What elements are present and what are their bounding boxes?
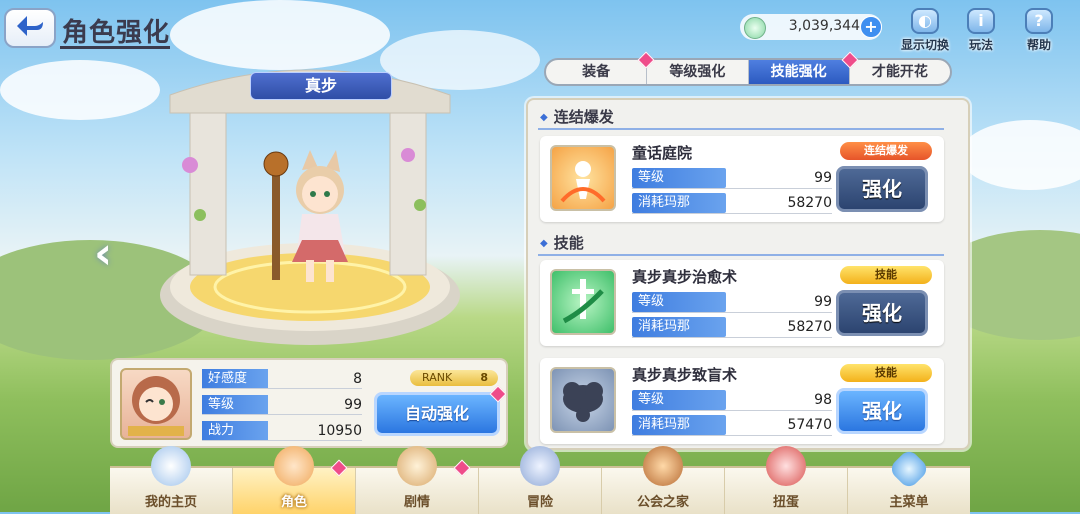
page-title: 角色强化 (62, 18, 171, 48)
skill-cost-row: 消耗玛那 57470 (632, 415, 832, 437)
skill-level-row: 等级 99 (632, 168, 832, 190)
character-info-panel: 好感度 8 等级 99 战力 10950 RANK 8 自动强化 (110, 358, 508, 448)
enhance-button[interactable]: 强化 (836, 166, 928, 212)
skill-type-badge: 连结爆发 (840, 142, 932, 160)
skill-name: 真步真步致盲术 (632, 366, 738, 384)
skill-card: 童话庭院 连结爆发 等级 99 消耗玛那 58270 强化 (540, 136, 944, 222)
skill-type-badge: 技能 (840, 364, 932, 382)
sword-shield-icon (520, 446, 560, 486)
skill-cost-value: 58270 (787, 319, 832, 335)
skill-cost-value: 58270 (787, 195, 832, 211)
skill-cost-label: 消耗玛那 (632, 317, 726, 337)
blind-skill-icon[interactable] (550, 367, 616, 433)
skill-name: 真步真步治愈术 (632, 268, 738, 286)
skill-level-row: 等级 99 (632, 292, 832, 314)
skill-panel: 连结爆发 童话庭院 连结爆发 等级 99 消耗玛那 58270 强化 技能 真步… (526, 98, 970, 450)
tab-equipment[interactable]: 装备 (546, 51, 655, 84)
skill-name: 童话庭院 (632, 144, 693, 162)
skill-type-badge: 技能 (840, 266, 932, 284)
enhance-button[interactable]: 强化 (836, 388, 928, 434)
story-scroll-icon (397, 446, 437, 486)
title-underline (60, 46, 170, 49)
section-divider (538, 254, 944, 256)
character-icon (274, 446, 314, 486)
skill-card: 真步真步治愈术 技能 等级 99 消耗玛那 58270 强化 (540, 260, 944, 346)
enhance-tabs: 装备 等级强化 技能强化 才能开花 (544, 51, 952, 86)
power-value: 10950 (317, 423, 362, 439)
bottom-nav: 我的主页 角色 剧情 冒险 公会之家 扭蛋 主菜单 (110, 446, 970, 514)
power-row: 战力 10950 (202, 421, 362, 441)
home-icon (151, 446, 191, 486)
section-divider (538, 128, 944, 130)
gacha-icon (766, 446, 806, 486)
display-switch-label: 显示切换 (900, 38, 949, 52)
power-label: 战力 (202, 421, 268, 441)
level-value: 99 (344, 397, 362, 413)
skill-cost-row: 消耗玛那 58270 (632, 317, 832, 339)
skill-level-value: 99 (814, 170, 832, 186)
auto-enhance-button[interactable]: 自动强化 (374, 392, 500, 436)
tab-skill-enhance[interactable]: 技能强化 (748, 60, 850, 84)
skill-cost-row: 消耗玛那 58270 (632, 193, 832, 215)
skill-level-value: 98 (814, 392, 832, 408)
nav-adventure[interactable]: 冒险 (479, 446, 602, 514)
gameplay-label: 玩法 (968, 38, 993, 52)
rank-value: 8 (480, 371, 488, 384)
skill-level-row: 等级 98 (632, 390, 832, 412)
display-switch-icon: ◐ (911, 8, 939, 34)
skill-card: 真步真步致盲术 技能 等级 98 消耗玛那 57470 强化 (540, 358, 944, 444)
add-mana-button[interactable]: + (860, 16, 882, 38)
skill-cost-label: 消耗玛那 (632, 415, 726, 435)
info-icon: i (967, 8, 995, 34)
crystal-icon (887, 447, 931, 491)
affection-value: 8 (353, 371, 362, 387)
level-label: 等级 (202, 395, 268, 415)
union-burst-skill-icon[interactable] (550, 145, 616, 211)
guild-house-icon (643, 446, 683, 486)
help-icon: ? (1025, 8, 1053, 34)
rank-label: RANK (422, 371, 453, 384)
nav-gacha[interactable]: 扭蛋 (725, 446, 848, 514)
nav-main-menu[interactable]: 主菜单 (848, 447, 970, 514)
nav-story[interactable]: 剧情 (356, 446, 479, 514)
skill-level-label: 等级 (632, 390, 726, 410)
enhance-button[interactable]: 强化 (836, 290, 928, 336)
union-burst-heading: 连结爆发 (540, 106, 614, 127)
character-sprite[interactable] (262, 150, 362, 290)
rank-badge: RANK 8 (410, 370, 498, 386)
mana-counter: 3,039,344 + (740, 14, 882, 40)
gameplay-button[interactable]: i 玩法 (952, 8, 1010, 53)
mana-value: 3,039,344 (788, 18, 860, 34)
heal-skill-icon[interactable] (550, 269, 616, 335)
affection-label: 好感度 (202, 369, 268, 389)
tab-level-enhance[interactable]: 等级强化 (647, 60, 749, 84)
back-arrow-icon (17, 16, 43, 36)
skill-level-label: 等级 (632, 168, 726, 188)
skill-cost-value: 57470 (787, 417, 832, 433)
help-label: 帮助 (1026, 38, 1051, 52)
nav-guild-house[interactable]: 公会之家 (602, 446, 725, 514)
notify-diamond-icon (453, 459, 471, 477)
character-portrait[interactable] (120, 368, 192, 440)
display-switch-button[interactable]: ◐ 显示切换 (896, 8, 954, 53)
skill-level-label: 等级 (632, 292, 726, 312)
skills-heading: 技能 (540, 232, 584, 253)
skill-cost-label: 消耗玛那 (632, 193, 726, 213)
nav-character[interactable]: 角色 (233, 446, 356, 514)
help-button[interactable]: ? 帮助 (1010, 8, 1068, 53)
nav-home[interactable]: 我的主页 (110, 446, 233, 514)
character-name: 真步 (250, 72, 392, 100)
mana-coin-icon (744, 17, 766, 39)
notify-diamond-icon (330, 459, 348, 477)
prev-character-arrow-icon[interactable]: ‹ (94, 228, 112, 279)
back-button[interactable] (4, 8, 56, 48)
tab-talent-bloom[interactable]: 才能开花 (841, 51, 950, 84)
affection-row: 好感度 8 (202, 369, 362, 389)
skill-level-value: 99 (814, 294, 832, 310)
level-row: 等级 99 (202, 395, 362, 415)
